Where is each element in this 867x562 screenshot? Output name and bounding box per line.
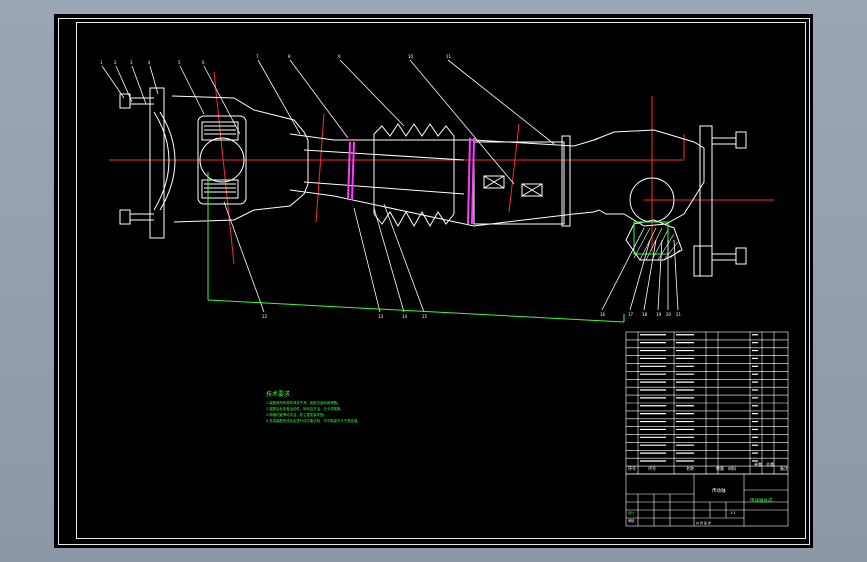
clamp-rings <box>347 137 475 225</box>
balloon-numbers: 1 2 3 4 5 6 7 8 9 10 11 12 13 14 15 16 1… <box>100 54 682 319</box>
balloon-label: 15 <box>422 314 428 319</box>
balloon-label: 12 <box>262 314 268 319</box>
tech-req-line: 2.装配后检查各运动件，转动应灵活，无卡滞现象。 <box>266 406 344 411</box>
left-bolts <box>119 87 176 239</box>
tech-req-line: 3.伸缩花键滑动灵活，防尘罩安装牢固。 <box>266 412 327 417</box>
balloon-label: 13 <box>378 314 384 319</box>
sheet-info: 共 张 第 张 <box>696 520 711 525</box>
balloon-label: 2 <box>114 60 117 65</box>
balloon-label: 19 <box>656 312 662 317</box>
balloon-label: 10 <box>408 54 414 59</box>
center-lines <box>109 71 774 265</box>
tech-req-line: 1.装配前所有零件清洗干净，各配合面涂润滑脂。 <box>266 400 340 405</box>
drawing-title: 传动轴总成 <box>750 497 773 504</box>
balloon-label: 16 <box>600 312 606 317</box>
left-universal-joint <box>171 95 309 223</box>
cad-drawing: 1 2 3 4 5 6 7 8 9 10 11 12 13 14 15 16 1… <box>100 54 789 527</box>
balloon-label: 18 <box>642 312 648 317</box>
bom-header-material: 材料 <box>728 465 736 471</box>
designer-label: 设计 <box>628 510 635 515</box>
title-block-text: 传动轴 传动轴总成 1:1 共 张 第 张 设计 审核 <box>628 487 773 525</box>
bom-header-unit-wt: 单重 <box>754 461 762 467</box>
bom-header-remark: 备注 <box>780 465 788 471</box>
bom-header-total-wt: 总重 <box>766 461 774 467</box>
balloon-label: 11 <box>446 54 452 59</box>
drawing-sheet: 1 2 3 4 5 6 7 8 9 10 11 12 13 14 15 16 1… <box>54 14 813 548</box>
bom-header-code: 代号 <box>648 465 656 471</box>
bom-header-qty: 数量 <box>716 465 724 471</box>
balloon-label: 1 <box>100 60 103 65</box>
balloon-label: 6 <box>202 60 205 65</box>
balloon-label: 17 <box>628 312 634 317</box>
right-cross-section-hatch <box>633 227 681 261</box>
balloon-label: 9 <box>338 54 341 59</box>
scale-value: 1:1 <box>730 511 736 515</box>
shaft-tube <box>289 133 600 227</box>
balloon-label: 8 <box>288 54 291 59</box>
bom-header-name: 名称 <box>686 465 694 471</box>
balance-weights <box>483 135 571 227</box>
balloon-label: 21 <box>676 312 682 317</box>
dust-boot <box>373 123 455 228</box>
right-universal-joint <box>593 125 747 277</box>
leader-lines <box>101 59 679 313</box>
technical-requirements: 技术要求 1.装配前所有零件清洗干净，各配合面涂润滑脂。 2.装配后检查各运动件… <box>266 390 361 423</box>
balloon-label: 5 <box>178 60 181 65</box>
balloon-label: 20 <box>666 312 672 317</box>
balloon-label: 7 <box>256 54 259 59</box>
tech-req-title: 技术要求 <box>266 390 290 398</box>
bom-header-no: 序号 <box>628 465 636 471</box>
checker-label: 审核 <box>628 518 635 523</box>
bom-table <box>625 331 789 475</box>
part-name: 传动轴 <box>712 487 726 494</box>
balloon-label: 14 <box>402 314 408 319</box>
balloon-label: 3 <box>130 60 133 65</box>
tech-req-line: 4.总成装配完成后应进行动平衡试验，不平衡量不大于规定值。 <box>266 418 361 423</box>
balloon-label: 4 <box>148 60 151 65</box>
